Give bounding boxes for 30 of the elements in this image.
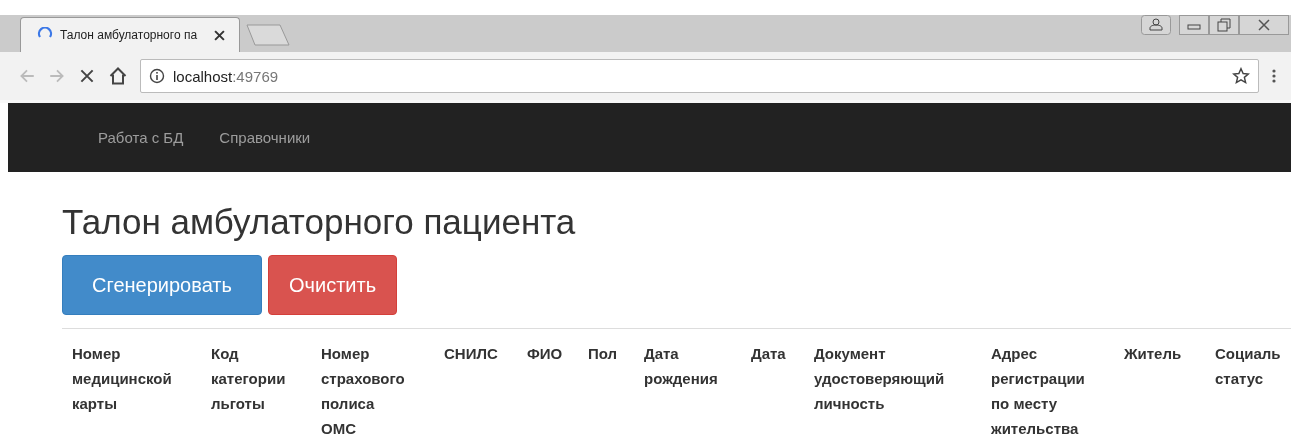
url-text: localhost:49769 — [173, 67, 280, 85]
tab-title: Талон амбулаторного па — [60, 28, 199, 42]
column-header: СНИЛС — [444, 344, 498, 364]
user-icon[interactable] — [1141, 15, 1171, 35]
generate-button[interactable]: Сгенерировать — [62, 255, 262, 315]
column-header: ФИО — [527, 344, 563, 364]
column-header: Дата — [751, 344, 786, 364]
page-title: Талон амбулаторного пациента — [62, 202, 577, 242]
minimize-icon[interactable] — [1179, 15, 1209, 35]
info-icon — [149, 68, 165, 84]
column-header: Житель — [1124, 344, 1182, 364]
address-bar[interactable]: localhost:49769 — [140, 59, 1259, 93]
menu-icon[interactable] — [1271, 68, 1277, 84]
star-icon[interactable] — [1232, 67, 1250, 85]
column-header: Социаль статус — [1215, 344, 1281, 389]
column-header: Пол — [588, 344, 618, 364]
column-header: Код категории льготы — [211, 344, 286, 414]
column-header: Номер медицинской карты — [72, 344, 172, 414]
close-icon[interactable] — [214, 29, 225, 41]
browser-tab[interactable]: Талон амбулаторного па — [20, 17, 240, 52]
column-header: Адрес регистрации по месту жительства — [991, 344, 1085, 439]
column-header: Документ удостоверяющий личность — [814, 344, 945, 414]
clear-button[interactable]: Очистить — [268, 255, 398, 315]
column-header: Дата рождения — [644, 344, 718, 389]
nav-link[interactable]: Справочники — [219, 129, 311, 146]
home-icon[interactable] — [108, 66, 128, 86]
column-header: Номер страхового полиса ОМС — [321, 344, 405, 439]
restore-icon[interactable] — [1209, 15, 1239, 35]
stop-icon[interactable] — [78, 67, 96, 85]
nav-link[interactable]: Работа с БД — [98, 129, 184, 146]
